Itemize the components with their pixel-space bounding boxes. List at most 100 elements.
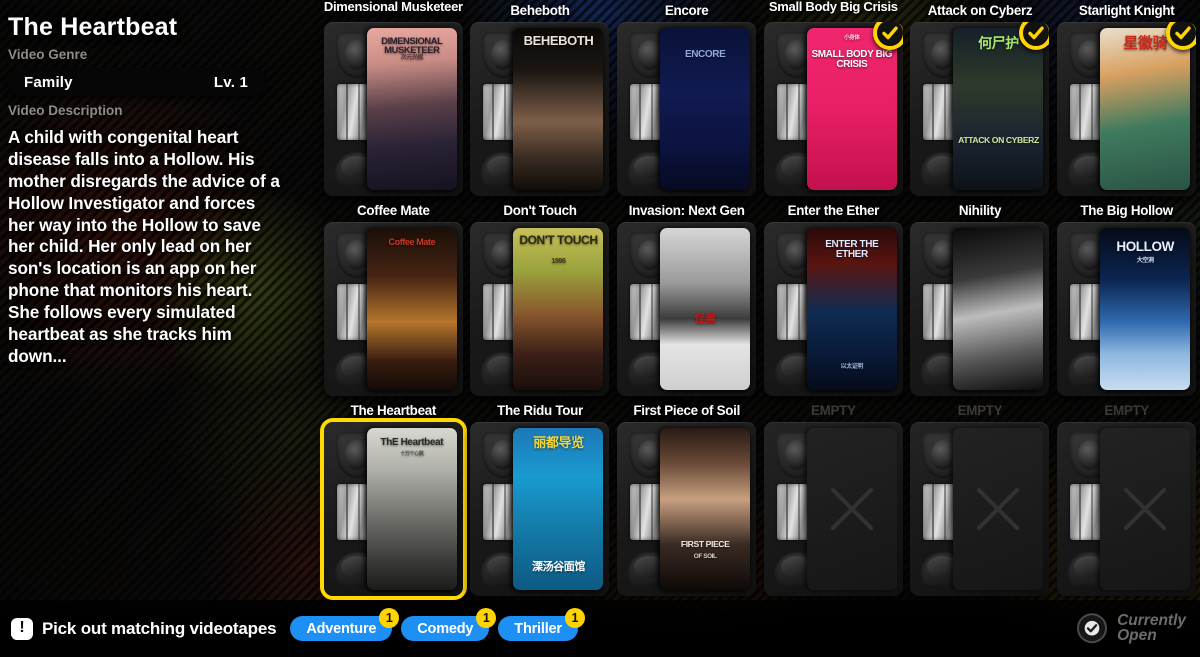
poster-subtitle-text: 十万个心跳 (400, 451, 424, 457)
tape-slot[interactable]: The Heartbeat ThE Heartbeat 十万个心跳 (320, 400, 467, 600)
genre-tag-label: Thriller (514, 620, 562, 637)
tape-window (923, 284, 956, 340)
page-title: The Heartbeat (8, 13, 178, 41)
videotape-cassette[interactable]: ThE Heartbeat 十万个心跳 (323, 422, 463, 596)
poster-subtitle-text: 溧汤谷面馆 (531, 561, 585, 573)
poster-title-text: Coffee Mate (388, 237, 436, 247)
tape-poster-label: ATTACK ON CYBERZ 何尸护 (953, 28, 1044, 190)
tape-title: EMPTY (957, 403, 1003, 418)
videotape-cassette[interactable]: DIMENSIONAL MUSKETEER 次元光棍 (323, 22, 463, 196)
tape-slot[interactable]: Enter the Ether ENTER THE ETHER 以太证明 (760, 200, 907, 400)
poster-artwork (513, 28, 604, 190)
videotape-cassette[interactable]: Coffee Mate (323, 222, 463, 396)
videotape-cassette[interactable]: BEHEBOTH (470, 22, 610, 196)
tape-slot[interactable]: EMPTY (760, 400, 907, 600)
tape-window (336, 484, 369, 540)
genre-tag[interactable]: Comedy 1 (401, 608, 497, 641)
shop-status-line-1: Currently (1117, 611, 1186, 629)
videotape-cassette[interactable]: FIRST PIECE OF SOIL (617, 422, 757, 596)
tape-poster-label: Coffee Mate (366, 228, 457, 390)
tape-title: The Ridu Tour (497, 403, 583, 418)
tape-slot[interactable]: Coffee Mate Coffee Mate (320, 200, 467, 400)
tape-slot[interactable]: Starlight Knight 星徽骑 (1053, 0, 1200, 200)
empty-tape-slot[interactable] (1057, 422, 1197, 596)
tape-slot[interactable]: Encore ENCORE (613, 0, 760, 200)
videotape-cassette[interactable]: 星徽骑 (1057, 22, 1197, 196)
genre-tag-count-badge: 1 (564, 608, 585, 628)
poster-title-text: 丽都导览 (533, 435, 584, 450)
poster-title-text: ATTACK ON CYBERZ (958, 135, 1039, 145)
tape-slot[interactable]: EMPTY (1053, 400, 1200, 600)
tape-slot[interactable]: EMPTY (907, 400, 1054, 600)
tape-slot[interactable]: The Ridu Tour 丽都导览溧汤谷面馆 (467, 400, 614, 600)
genre-tag-label: Adventure (306, 620, 377, 637)
tape-window (1070, 84, 1103, 140)
tape-slot[interactable]: Beheboth BEHEBOTH (467, 0, 614, 200)
videotape-cassette[interactable] (910, 222, 1050, 396)
videotape-cassette[interactable]: ENCORE (617, 22, 757, 196)
tape-window (483, 84, 516, 140)
video-description: A child with congenital heart disease fa… (8, 127, 280, 366)
genre-name: Family (24, 73, 73, 91)
empty-slot-x-icon (1100, 428, 1191, 590)
videotape-cassette[interactable]: ATTACK ON CYBERZ 何尸护 (910, 22, 1050, 196)
video-info-panel: The Heartbeat Video Genre Family Lv. 1 V… (0, 0, 320, 600)
poster-title-text: BEHEBOTH (523, 33, 594, 48)
videotape-cassette[interactable]: 丽都导览 溧汤谷面馆 (470, 422, 610, 596)
empty-tape-slot[interactable] (763, 422, 903, 596)
tape-title: The Big Hollow (1080, 203, 1173, 218)
videotape-cassette[interactable]: ENTER THE ETHER 以太证明 (763, 222, 903, 396)
tape-title: Small Body Big Crisis (768, 0, 898, 14)
tape-slot[interactable]: Attack on Cyberz ATTACK ON CYBERZ 何尸护 (907, 0, 1054, 200)
tape-window (1070, 484, 1103, 540)
empty-slot-x-icon (953, 428, 1044, 590)
tape-title: The Heartbeat (350, 403, 437, 418)
video-description-label: Video Description (8, 103, 123, 119)
check-circle-icon (1077, 613, 1108, 644)
videotape-cassette[interactable]: DON'T TOUCH 1996 (470, 222, 610, 396)
tape-window (923, 484, 956, 540)
tape-poster-label: FIRST PIECE OF SOIL (660, 428, 751, 590)
tape-slot[interactable]: Small Body Big Crisis SMALL BODY BIG CRIS… (760, 0, 907, 200)
tape-poster-label: DIMENSIONAL MUSKETEER 次元光棍 (366, 28, 457, 190)
genre-tag[interactable]: Adventure 1 (290, 608, 400, 641)
tape-slot[interactable]: Dimensional Musketeer DIMENSIONAL MUSKETE… (320, 0, 467, 200)
tape-window (483, 484, 516, 540)
tape-title: Beheboth (510, 3, 570, 18)
poster-subtitle-text: 怪兽 (694, 313, 717, 325)
poster-subtitle-text: 大空洞 (1136, 258, 1154, 264)
genre-tag[interactable]: Thriller 1 (498, 608, 585, 641)
tape-title: Starlight Knight (1078, 3, 1175, 18)
tape-slot[interactable]: Invasion: Next Gen 怪兽 (613, 200, 760, 400)
poster-artwork (660, 428, 751, 590)
genre-tag-count-badge: 1 (379, 608, 400, 628)
poster-title-text: DON'T TOUCH (519, 233, 598, 247)
poster-title-text: ENCORE (684, 49, 726, 60)
videotape-cassette[interactable]: SMALL BODY BIG CRISIS 小身体 (763, 22, 903, 196)
genre-tag-label: Comedy (417, 620, 474, 637)
tape-window (923, 84, 956, 140)
tape-title: Attack on Cyberz (927, 3, 1033, 18)
empty-tape-slot[interactable] (910, 422, 1050, 596)
poster-title-text: ThE Heartbeat (380, 437, 444, 448)
tape-slot[interactable]: The Big Hollow HOLLOW 大空洞 (1053, 200, 1200, 400)
empty-slot-x-icon (806, 428, 897, 590)
tape-window (336, 284, 369, 340)
poster-title-text: ENTER THE ETHER (825, 239, 879, 260)
tape-slot[interactable]: First Piece of Soil FIRST PIECE OF SOIL (613, 400, 760, 600)
poster-title-text: DIMENSIONAL MUSKETEER (381, 35, 443, 56)
tape-title: Encore (664, 3, 709, 18)
videotape-cassette[interactable]: HOLLOW 大空洞 (1057, 222, 1197, 396)
tape-window (776, 484, 809, 540)
tape-title: EMPTY (811, 403, 856, 418)
videotape-cassette[interactable]: 怪兽 (617, 222, 757, 396)
shop-status: Currently Open (1077, 611, 1186, 645)
tape-poster-label: ENTER THE ETHER 以太证明 (806, 228, 897, 390)
videotape-grid: Dimensional Musketeer DIMENSIONAL MUSKETE… (320, 0, 1200, 600)
exclamation-icon: ! (11, 617, 33, 640)
poster-artwork (660, 228, 751, 390)
game-screen: The Heartbeat Video Genre Family Lv. 1 V… (0, 0, 1200, 657)
tape-slot[interactable]: Nihility (907, 200, 1054, 400)
tape-title: First Piece of Soil (633, 403, 740, 418)
tape-slot[interactable]: Don't Touch DON'T TOUCH 1996 (467, 200, 614, 400)
